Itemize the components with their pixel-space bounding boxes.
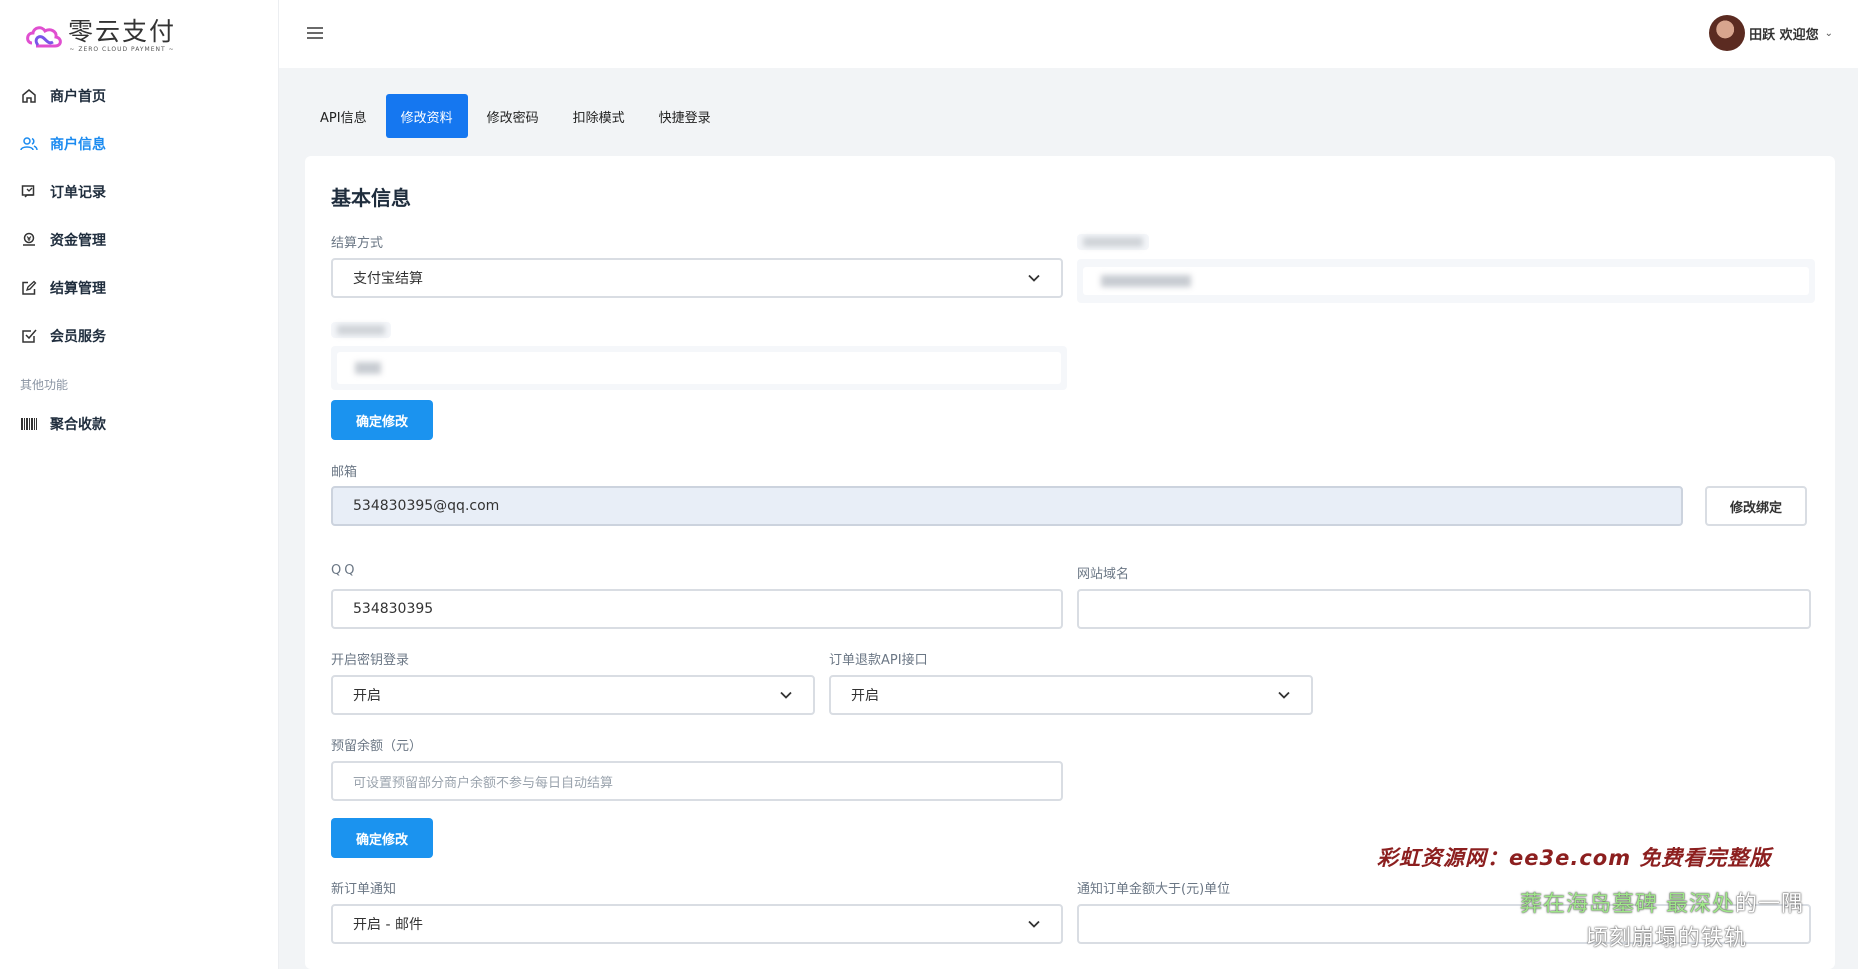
- profile-tabs: API信息 修改资料 修改密码 扣除模式 快捷登录: [305, 94, 730, 138]
- top-bar: 田跃 欢迎您 ⌄: [279, 0, 1858, 68]
- redacted-name-label: [331, 322, 391, 338]
- tab-quick-login[interactable]: 快捷登录: [644, 94, 726, 138]
- edit-icon: [20, 279, 38, 297]
- key-login-label: 开启密钥登录: [331, 653, 410, 668]
- sidebar-item-merchant-info[interactable]: 商户信息: [0, 120, 279, 168]
- sidebar-section-label: 其他功能: [20, 378, 69, 392]
- watermark-line-2-rest: 的一隅: [1735, 892, 1805, 917]
- sidebar-item-merchant-home[interactable]: 商户首页: [0, 72, 279, 120]
- sidebar-item-label: 结算管理: [50, 281, 106, 297]
- watermark-line-1: 彩虹资源网：ee3e.com 免费看完整版: [1377, 846, 1772, 870]
- sidebar-item-fund-management[interactable]: 资金管理: [0, 216, 279, 264]
- settle-method-select[interactable]: 支付宝结算: [331, 258, 1063, 298]
- sidebar-item-label: 会员服务: [50, 329, 106, 345]
- sidebar-item-settlement-management[interactable]: 结算管理: [0, 264, 279, 312]
- sidebar-item-aggregate-collection[interactable]: 聚合收款: [0, 400, 279, 448]
- barcode-icon: [20, 415, 38, 433]
- site-domain-field[interactable]: [1077, 589, 1811, 629]
- new-order-notice-select[interactable]: 开启 - 邮件: [331, 904, 1063, 944]
- settle-method-value: 支付宝结算: [353, 271, 423, 287]
- reserve-balance-label: 预留余额（元）: [331, 739, 423, 754]
- brand-title: 零云支付: [68, 17, 177, 46]
- tab-change-password[interactable]: 修改密码: [472, 94, 554, 138]
- brand-subtitle: ~ ZERO CLOUD PAYMENT ~: [69, 46, 175, 53]
- redacted-account-label: [1077, 234, 1149, 250]
- redacted-name-field[interactable]: [331, 346, 1067, 390]
- tab-api-info[interactable]: API信息: [305, 94, 382, 138]
- sidebar-item-label: 商户信息: [50, 137, 106, 153]
- watermark-line-2-highlight: 葬在海岛墓碑 最深处: [1520, 892, 1735, 917]
- sidebar-item-member-service[interactable]: 会员服务: [0, 312, 279, 360]
- chevron-down-icon: ⌄: [1824, 27, 1833, 39]
- new-order-notice-value: 开启 - 邮件: [353, 917, 423, 933]
- email-label: 邮箱: [331, 465, 358, 480]
- tab-deduction-mode[interactable]: 扣除模式: [558, 94, 640, 138]
- sidebar-item-label: 聚合收款: [50, 417, 106, 433]
- chevron-down-icon: [1028, 274, 1040, 282]
- receipt-icon: [20, 183, 38, 201]
- new-order-notice-label: 新订单通知: [331, 882, 397, 897]
- chevron-down-icon: [1028, 920, 1040, 928]
- refund-api-label: 订单退款API接口: [829, 653, 928, 668]
- reserve-balance-placeholder: 可设置预留部分商户余额不参与每日自动结算: [353, 775, 614, 791]
- user-greeting: 田跃 欢迎您: [1749, 27, 1819, 43]
- avatar: [1709, 15, 1746, 51]
- confirm-button-2[interactable]: 确定修改: [331, 818, 433, 858]
- sidebar-item-order-records[interactable]: 订单记录: [0, 168, 279, 216]
- qq-field[interactable]: 534830395: [331, 589, 1063, 629]
- cloud-logo-icon: [26, 26, 62, 48]
- qq-value: 534830395: [353, 601, 434, 617]
- home-icon: [20, 87, 38, 105]
- refund-api-value: 开启: [851, 688, 879, 704]
- sidebar-item-label: 订单记录: [50, 185, 106, 201]
- email-field[interactable]: 534830395@qq.com: [331, 486, 1683, 526]
- refund-api-select[interactable]: 开启: [829, 675, 1313, 715]
- chevron-down-icon: [1278, 691, 1290, 699]
- watermark-line-3: 顷刻崩塌的铁轨: [1586, 926, 1748, 951]
- watermark-line-2: 葬在海岛墓碑 最深处的一隅: [1520, 886, 1804, 918]
- sidebar-nav: 商户首页 商户信息 订单记录 资金管理 结算管理 会员服务 其他功能 聚合收款: [0, 72, 279, 448]
- chevron-down-icon: [780, 691, 792, 699]
- sidebar-item-label: 商户首页: [50, 89, 106, 105]
- brand-logo[interactable]: 零云支付 ~ ZERO CLOUD PAYMENT ~: [24, 16, 176, 56]
- change-binding-button[interactable]: 修改绑定: [1705, 486, 1807, 526]
- tab-edit-profile[interactable]: 修改资料: [385, 94, 468, 138]
- hamburger-menu-icon[interactable]: [305, 24, 325, 42]
- money-icon: [20, 231, 38, 249]
- check-square-icon: [20, 327, 38, 345]
- sidebar-item-label: 资金管理: [50, 233, 106, 249]
- qq-label: QQ: [331, 563, 358, 578]
- site-domain-label: 网站域名: [1077, 567, 1130, 582]
- settle-method-label: 结算方式: [331, 236, 384, 251]
- key-login-value: 开启: [353, 688, 381, 704]
- sidebar: 零云支付 ~ ZERO CLOUD PAYMENT ~ 商户首页 商户信息 订单…: [0, 0, 279, 969]
- notice-amount-label: 通知订单金额大于(元)单位: [1077, 882, 1231, 897]
- users-icon: [20, 135, 38, 153]
- email-value: 534830395@qq.com: [353, 498, 500, 514]
- user-menu[interactable]: 田跃 欢迎您 ⌄: [1709, 15, 1833, 51]
- reserve-balance-input[interactable]: 可设置预留部分商户余额不参与每日自动结算: [331, 761, 1063, 801]
- card-title: 基本信息: [331, 186, 411, 210]
- key-login-select[interactable]: 开启: [331, 675, 815, 715]
- confirm-button[interactable]: 确定修改: [331, 400, 433, 440]
- redacted-account-field[interactable]: [1077, 259, 1815, 303]
